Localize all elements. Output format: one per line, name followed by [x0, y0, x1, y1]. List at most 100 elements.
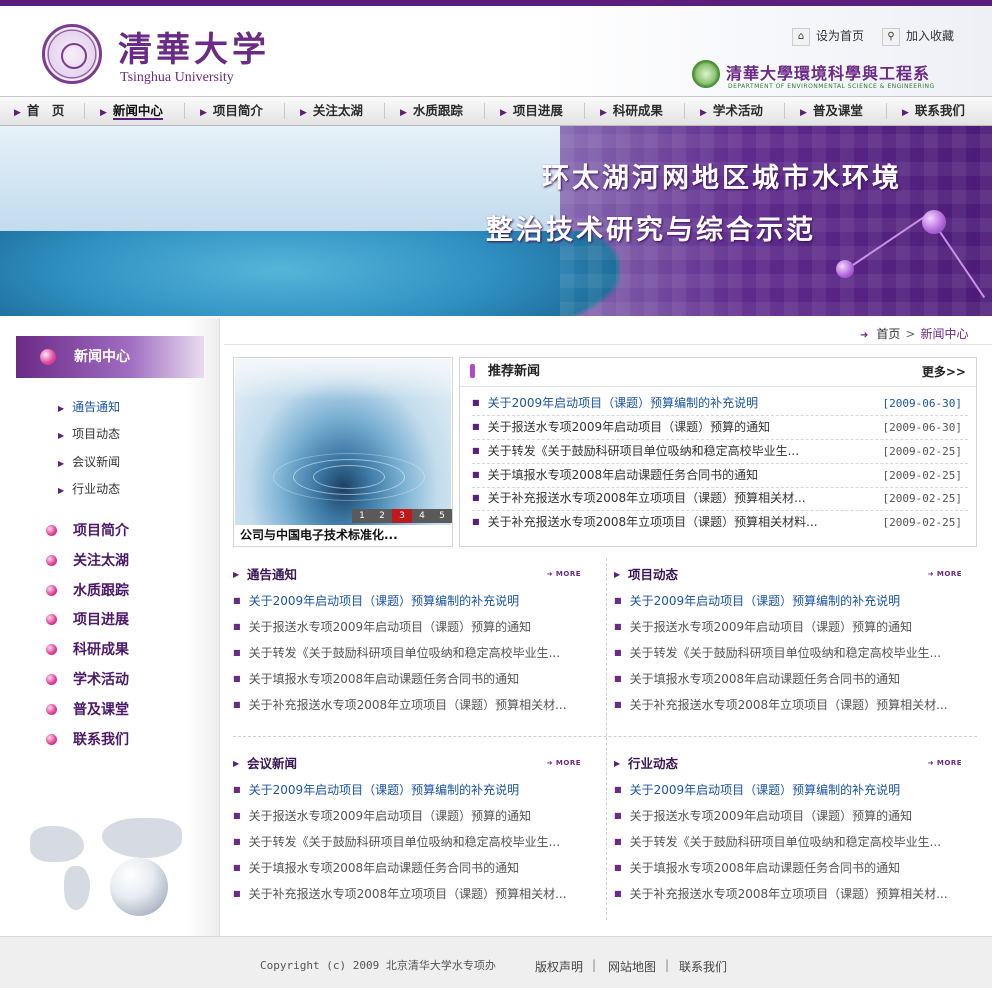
bullet-icon: ■: [614, 674, 622, 683]
map-continent: [64, 866, 90, 910]
slide-page-button[interactable]: 2: [372, 509, 392, 523]
nav-item-water-quality[interactable]: ▶ 水质跟踪: [400, 97, 463, 125]
set-homepage-link[interactable]: ⌂ 设为首页: [792, 26, 864, 46]
nav-item-home[interactable]: ▶ 首 页: [14, 97, 64, 125]
news-row[interactable]: ■ 关于报送水专项2009年启动项目（课题）预算的通知 [2009-06-30]: [472, 416, 968, 440]
list-item[interactable]: ■ 关于转发《关于鼓励科研项目单位吸纳和稳定高校毕业生...: [614, 640, 941, 666]
image-slideshow[interactable]: 1 2 3 4 5 公司与中国电子技术标准化...: [233, 357, 453, 547]
sidebar-subitem-label: 通告通知: [72, 400, 121, 414]
list-item[interactable]: ■ 关于报送水专项2009年启动项目（课题）预算的通知: [614, 803, 912, 829]
list-item[interactable]: ■ 关于填报水专项2008年启动课题任务合同书的通知: [614, 855, 900, 881]
bullet-ball-icon: [46, 554, 57, 566]
news-row[interactable]: ■ 关于转发《关于鼓励科研项目单位吸纳和稳定高校毕业生... [2009-02-25…: [472, 440, 968, 464]
sidebar-item-classroom[interactable]: 普及课堂: [46, 698, 129, 722]
list-item[interactable]: ■ 关于转发《关于鼓励科研项目单位吸纳和稳定高校毕业生...: [233, 829, 560, 855]
list-item-title: 关于2009年启动项目（课题）预算编制的补充说明: [629, 594, 901, 608]
list-item[interactable]: ■ 关于转发《关于鼓励科研项目单位吸纳和稳定高校毕业生...: [233, 640, 560, 666]
bullet-icon: ■: [233, 889, 241, 898]
recommended-more-link[interactable]: 更多>>: [922, 358, 966, 386]
slideshow-caption[interactable]: 公司与中国电子技术标准化...: [240, 526, 398, 543]
nav-arrow-icon: ▶: [200, 108, 207, 118]
sidebar-item-progress[interactable]: 项目进展: [46, 608, 129, 632]
slide-page-button[interactable]: 5: [432, 509, 452, 523]
more-link[interactable]: ➜ MORE: [547, 570, 581, 578]
department-logo[interactable]: 清華大學環境科學與工程系 DEPARTMENT OF ENVIRONMENTAL…: [692, 60, 982, 94]
university-name-cn[interactable]: 清華大学: [118, 22, 270, 71]
sidebar-subitem-industry-news[interactable]: ▶ 行业动态: [58, 478, 120, 500]
nav-item-classroom[interactable]: ▶ 普及课堂: [800, 97, 863, 125]
map-continent: [102, 818, 182, 858]
nav-divider: [484, 103, 485, 119]
list-item-title: 关于补充报送水专项2008年立项项目（课题）预算相关材...: [629, 698, 948, 712]
list-item[interactable]: ■ 关于补充报送水专项2008年立项项目（课题）预算相关材...: [614, 881, 948, 907]
slide-page-button[interactable]: 4: [412, 509, 432, 523]
slide-page-button-active[interactable]: 3: [392, 509, 412, 523]
list-item[interactable]: ■ 关于填报水专项2008年启动课题任务合同书的通知: [233, 855, 519, 881]
footer-link-copyright[interactable]: 版权声明: [535, 958, 583, 975]
news-title: 关于转发《关于鼓励科研项目单位吸纳和稳定高校毕业生...: [487, 444, 800, 458]
breadcrumb-home-link[interactable]: 首页: [876, 327, 900, 341]
nav-label: 关注太湖: [312, 103, 363, 118]
news-row[interactable]: ■ 关于填报水专项2008年启动课题任务合同书的通知 [2009-02-25]: [472, 464, 968, 488]
nav-label: 新闻中心: [112, 103, 163, 120]
nav-item-news[interactable]: ▶ 新闻中心: [100, 97, 163, 125]
university-name-en[interactable]: Tsinghua University: [120, 70, 234, 86]
bullet-icon: ■: [614, 889, 622, 898]
footer-link-contact[interactable]: 联系我们: [679, 958, 727, 975]
sidebar-subitem-notices[interactable]: ▶ 通告通知: [58, 396, 120, 418]
nav-item-academic[interactable]: ▶ 学术活动: [700, 97, 763, 125]
list-item[interactable]: ■ 关于2009年启动项目（课题）预算编制的补充说明: [614, 777, 900, 803]
list-item[interactable]: ■ 关于报送水专项2009年启动项目（课题）预算的通知: [233, 614, 531, 640]
bullet-icon: ■: [233, 863, 241, 872]
nav-item-research[interactable]: ▶ 科研成果: [600, 97, 663, 125]
list-item[interactable]: ■ 关于填报水专项2008年启动课题任务合同书的通知: [614, 666, 900, 692]
news-row[interactable]: ■ 关于补充报送水专项2008年立项项目（课题）预算相关材... [2009-02-…: [472, 487, 968, 511]
list-item-title: 关于补充报送水专项2008年立项项目（课题）预算相关材...: [248, 698, 567, 712]
add-favorite-link[interactable]: ⚲ 加入收藏: [882, 26, 954, 46]
news-date: [2009-02-25]: [882, 516, 962, 529]
column-divider: [606, 558, 608, 920]
nav-label: 项目简介: [212, 103, 263, 118]
nav-item-progress[interactable]: ▶ 项目进展: [500, 97, 563, 125]
nav-item-contact[interactable]: ▶ 联系我们: [902, 97, 965, 125]
more-arrow-icon: ➜: [927, 759, 937, 767]
nav-item-taihu[interactable]: ▶ 关注太湖: [300, 97, 363, 125]
sidebar-subitem-meeting-news[interactable]: ▶ 会议新闻: [58, 451, 120, 473]
news-row[interactable]: ■ 关于补充报送水专项2008年立项项目（课题）预算相关材料... [2009-02…: [472, 511, 968, 534]
more-link[interactable]: ➜ MORE: [928, 759, 962, 767]
list-item[interactable]: ■ 关于补充报送水专项2008年立项项目（课题）预算相关材...: [614, 692, 948, 718]
more-link[interactable]: ➜ MORE: [928, 570, 962, 578]
list-item[interactable]: ■ 关于报送水专项2009年启动项目（课题）预算的通知: [614, 614, 912, 640]
sidebar-item-water-quality[interactable]: 水质跟踪: [46, 579, 129, 603]
list-item[interactable]: ■ 关于补充报送水专项2008年立项项目（课题）预算相关材...: [233, 692, 567, 718]
slideshow-image[interactable]: [235, 359, 451, 525]
news-date: [2009-06-30]: [882, 397, 962, 410]
list-item[interactable]: ■ 关于转发《关于鼓励科研项目单位吸纳和稳定高校毕业生...: [614, 829, 941, 855]
sidebar-item-contact[interactable]: 联系我们: [46, 728, 129, 752]
list-item[interactable]: ■ 关于填报水专项2008年启动课题任务合同书的通知: [233, 666, 519, 692]
list-item[interactable]: ■ 关于补充报送水专项2008年立项项目（课题）预算相关材...: [233, 881, 567, 907]
nav-item-project-intro[interactable]: ▶ 项目简介: [200, 97, 263, 125]
nav-arrow-icon: ▶: [700, 108, 707, 118]
more-link[interactable]: ➜ MORE: [547, 759, 581, 767]
university-seal-logo[interactable]: [42, 24, 102, 84]
sidebar-heading[interactable]: 新闻中心: [16, 336, 204, 378]
sidebar-subitem-label: 项目动态: [72, 427, 121, 441]
news-row[interactable]: ■ 关于2009年启动项目（课题）预算编制的补充说明 [2009-06-30]: [472, 392, 968, 416]
sidebar-item-research[interactable]: 科研成果: [46, 638, 129, 662]
list-item[interactable]: ■ 关于2009年启动项目（课题）预算编制的补充说明: [233, 777, 519, 803]
breadcrumb-current[interactable]: 新闻中心: [920, 327, 968, 341]
bullet-icon: ■: [614, 837, 622, 846]
list-item[interactable]: ■ 关于2009年启动项目（课题）预算编制的补充说明: [233, 588, 519, 614]
list-item[interactable]: ■ 关于报送水专项2009年启动项目（课题）预算的通知: [233, 803, 531, 829]
sidebar-item-project-intro[interactable]: 项目简介: [46, 519, 129, 543]
sidebar-item-academic[interactable]: 学术活动: [46, 668, 129, 692]
list-item[interactable]: ■ 关于2009年启动项目（课题）预算编制的补充说明: [614, 588, 900, 614]
water-ripple: [273, 453, 425, 501]
sidebar-item-taihu[interactable]: 关注太湖: [46, 549, 129, 573]
slide-page-button[interactable]: 1: [352, 509, 372, 523]
nav-arrow-icon: ▶: [14, 108, 21, 118]
list-item-title: 关于报送水专项2009年启动项目（课题）预算的通知: [248, 809, 532, 823]
footer-link-sitemap[interactable]: 网站地图: [608, 958, 656, 975]
sidebar-subitem-project-news[interactable]: ▶ 项目动态: [58, 423, 120, 445]
